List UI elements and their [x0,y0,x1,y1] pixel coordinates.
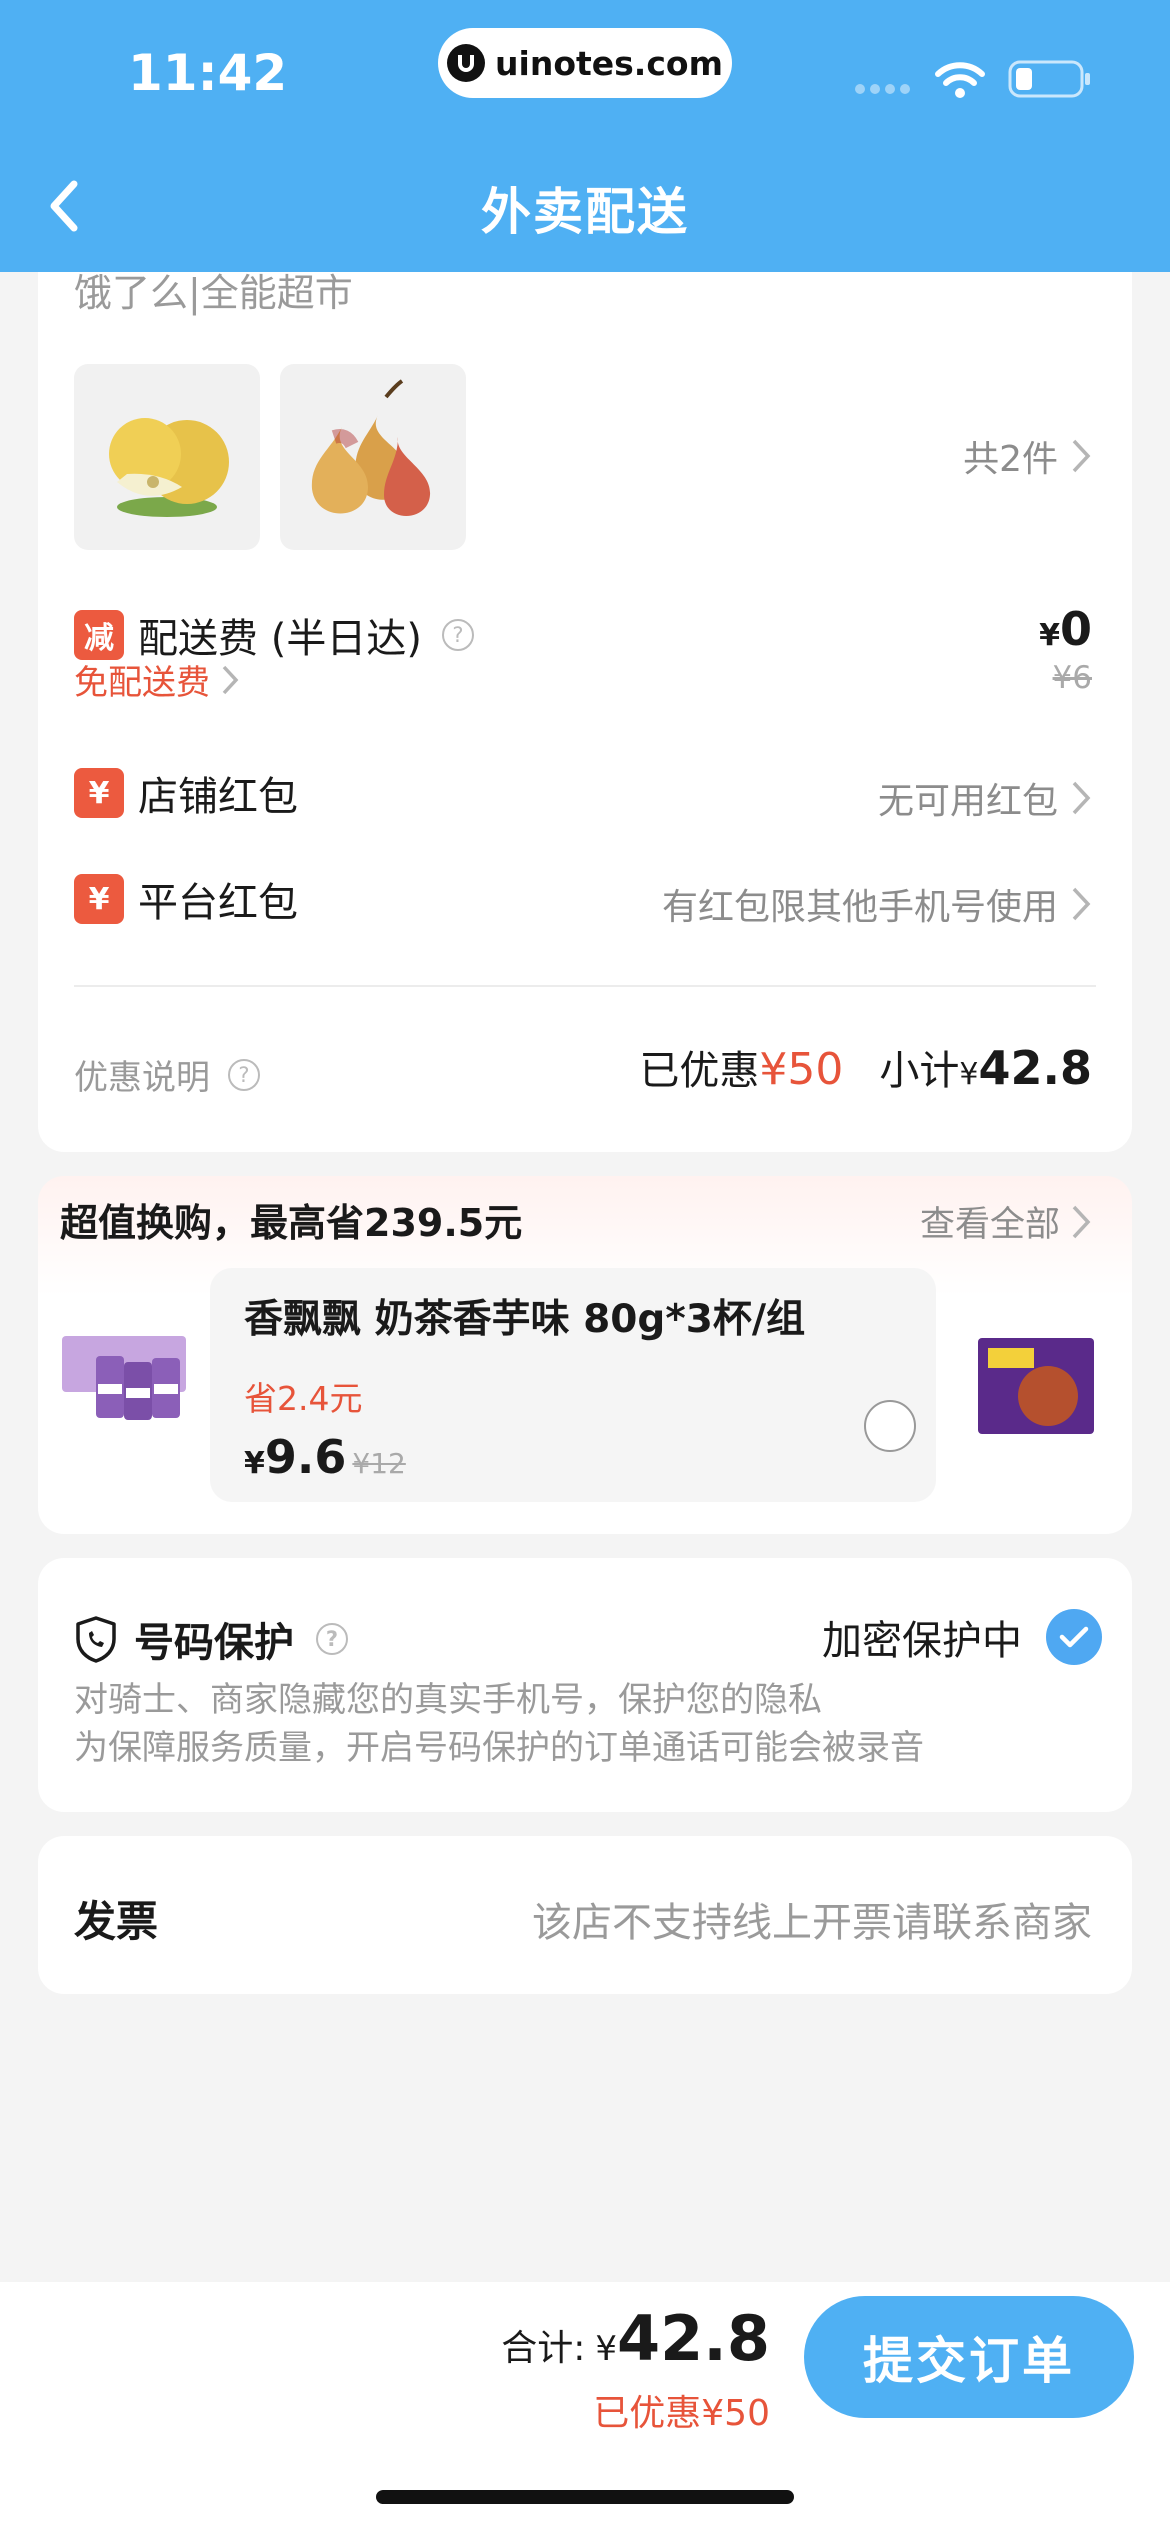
exchange-card: 超值换购，最高省239.5元 查看全部 香飘飘 奶茶香芋味 80g*3杯/组 省… [38,1176,1132,1534]
total-amount: 42.8 [617,2302,770,2375]
coupon-badge-icon: ¥ [74,768,124,818]
discount-note[interactable]: 优惠说明 ? [74,1050,260,1099]
product-thumb-red-pear[interactable] [280,364,466,550]
view-all-link[interactable]: 查看全部 [920,1196,1092,1247]
platform-coupon-status: 有红包限其他手机号使用 [661,887,1058,928]
red-pear-icon [311,379,431,516]
shield-phone-icon [76,1616,116,1663]
page-title: 外卖配送 [481,183,689,241]
platform-coupon-value[interactable]: 有红包限其他手机号使用 [662,878,1092,930]
site-logo-icon [447,44,486,82]
wifi-icon [935,62,985,98]
invoice-value: 该店不支持线上开票请联系商家 [532,1900,1092,1946]
number-protection-label: 号码保护 [134,1620,294,1666]
protection-status-text: 加密保护中 [822,1618,1022,1664]
submit-order-button[interactable]: 提交订单 [804,2296,1134,2418]
order-summary: 已优惠 ¥50 小计 ¥ 42.8 [639,1038,1092,1096]
help-icon[interactable]: ? [316,1623,348,1655]
chevron-right-icon [222,665,239,694]
saved-amount: ¥50 [759,1044,844,1095]
chevron-right-icon [1072,439,1091,473]
exchange-price-amount: 9.6 [264,1430,347,1484]
url-pill: uinotes.com [438,28,732,98]
chevron-right-icon [1072,1205,1091,1238]
exchange-item-save: 省2.4元 [244,1379,363,1418]
item-count-link[interactable]: 共2件 [963,430,1092,482]
saved-label: 已优惠 [639,1048,760,1094]
exchange-title: 超值换购，最高省239.5元 [60,1201,523,1245]
signal-icon [855,84,910,94]
delivery-fee-original: ¥6 [1052,660,1092,696]
chevron-right-icon [1072,781,1091,815]
exchange-original-price: ¥12 [352,1447,406,1480]
help-icon: ? [228,1058,260,1091]
currency-symbol: ¥ [1039,618,1060,653]
product-thumb-nashi-pear[interactable] [74,364,260,550]
nashi-pear-icon [109,418,229,517]
coupon-badge-icon: ¥ [74,874,124,924]
exchange-select-radio[interactable] [864,1400,916,1452]
total-saved: 已优惠¥50 [593,2393,770,2434]
help-icon[interactable]: ? [441,619,474,651]
platform-coupon-row[interactable]: ¥ 平台红包 [74,870,298,928]
battery-icon [1008,60,1090,98]
order-card: 饿了么|全能超市 共2件 减 配送费 (半日达) ? 免配送费 ¥0 ¥6 ¥ … [38,230,1132,1152]
exchange-item-price: ¥ 9.6 ¥12 [244,1430,406,1484]
total-label: 合计: [501,2328,586,2369]
protection-description: 对骑士、商家隐藏您的真实手机号，保护您的隐私 为保障服务质量，开启号码保护的订单… [74,1676,924,1772]
protection-toggle[interactable]: 加密保护中 [822,1608,1102,1666]
check-icon[interactable] [1046,1609,1102,1665]
status-time: 11:42 [128,44,288,102]
home-indicator[interactable] [376,2490,794,2504]
divider [74,985,1096,987]
currency-symbol: ¥ [595,2329,618,2369]
store-coupon-label: 店铺红包 [138,774,298,820]
exchange-item-name: 香飘飘 奶茶香芋味 80g*3杯/组 [244,1297,806,1342]
store-coupon-row[interactable]: ¥ 店铺红包 [74,764,298,822]
delivery-fee-amount: 0 [1059,602,1092,656]
delivery-fee-price: ¥0 [1039,602,1092,656]
protection-desc-line1: 对骑士、商家隐藏您的真实手机号，保护您的隐私 [74,1680,822,1720]
currency-symbol: ¥ [959,1057,979,1092]
discount-badge: 减 [74,610,124,660]
platform-coupon-label: 平台红包 [138,880,298,926]
invoice-label: 发票 [74,1897,159,1946]
number-protection-title: 号码保护 ? [74,1610,348,1668]
free-delivery-link[interactable]: 免配送费 [74,655,240,704]
exchange-item[interactable]: 香飘飘 奶茶香芋味 80g*3杯/组 省2.4元 ¥ 9.6 ¥12 [210,1268,936,1502]
subtotal-label: 小计 [879,1048,960,1094]
number-protection-card: 号码保护 ? 加密保护中 对骑士、商家隐藏您的真实手机号，保护您的隐私 为保障服… [38,1558,1132,1812]
protection-desc-line2: 为保障服务质量，开启号码保护的订单通话可能会被录音 [74,1728,924,1768]
free-delivery-text: 免配送费 [74,663,210,703]
currency-symbol: ¥ [244,1446,265,1481]
total-price: 合计: ¥ 42.8 [501,2302,770,2375]
store-coupon-value[interactable]: 无可用红包 [878,772,1092,824]
noodle-product-image[interactable] [978,1338,1094,1434]
discount-note-label: 优惠说明 [74,1058,210,1098]
subtotal-amount: 42.8 [978,1041,1093,1095]
item-count-text: 共2件 [963,439,1058,480]
store-coupon-status: 无可用红包 [877,781,1058,822]
milk-tea-product-image[interactable] [62,1326,202,1426]
url-text: uinotes.com [495,43,723,83]
nav-header: 11:42 uinotes.com 外卖配送 [0,0,1170,272]
invoice-card: 发票 该店不支持线上开票请联系商家 [38,1836,1132,1994]
chevron-right-icon [1072,887,1091,921]
view-all-text: 查看全部 [919,1205,1060,1245]
